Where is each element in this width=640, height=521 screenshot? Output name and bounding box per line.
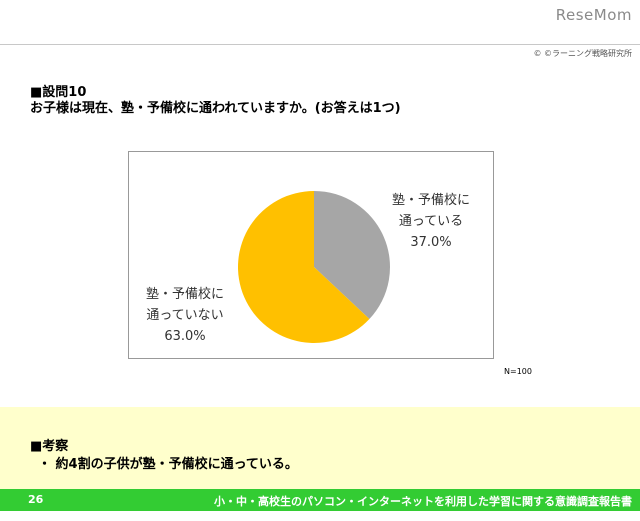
consideration-box: ■考察 ・ 約4割の子供が塾・予備校に通っている。 xyxy=(0,407,640,489)
question-text: お子様は現在、塾・予備校に通われていますか。(お答えは1つ) xyxy=(30,101,401,116)
slice-label-not-attending: 塾・予備校に 通っていない 63.0% xyxy=(133,284,237,347)
slice-value-not-attending: 63.0% xyxy=(164,329,206,344)
slice-label-attending: 塾・予備校に 通っている 37.0% xyxy=(381,190,481,253)
slice-label-not-attending-line2: 通っていない xyxy=(146,308,224,323)
brand-logo: ReseMom xyxy=(555,6,632,24)
copyright-text: © ©ラーニング戦略研究所 xyxy=(533,49,632,58)
slice-label-attending-line1: 塾・予備校に xyxy=(391,193,470,208)
page-number: 26 xyxy=(28,493,44,506)
pie-chart-frame: 塾・予備校に 通っている 37.0% 塾・予備校に 通っていない 63.0% xyxy=(128,151,494,359)
footer-bar: 26 小・中・高校生のパソコン・インターネットを利用した学習に関する意識調査報告… xyxy=(0,489,640,511)
consideration-title: ■考察 xyxy=(30,439,69,454)
sample-size-note: N=100 xyxy=(504,367,532,376)
report-title: 小・中・高校生のパソコン・インターネットを利用した学習に関する意識調査報告書 xyxy=(214,495,632,508)
slice-label-not-attending-line1: 塾・予備校に xyxy=(145,287,224,302)
slide: © ©ラーニング戦略研究所 ■設問10 お子様は現在、塾・予備校に通われています… xyxy=(0,44,640,521)
slice-label-attending-line2: 通っている xyxy=(398,214,464,229)
top-band: ReseMom xyxy=(0,0,640,44)
consideration-point: ・ 約4割の子供が塾・予備校に通っている。 xyxy=(38,457,298,472)
slice-value-attending: 37.0% xyxy=(410,235,452,250)
